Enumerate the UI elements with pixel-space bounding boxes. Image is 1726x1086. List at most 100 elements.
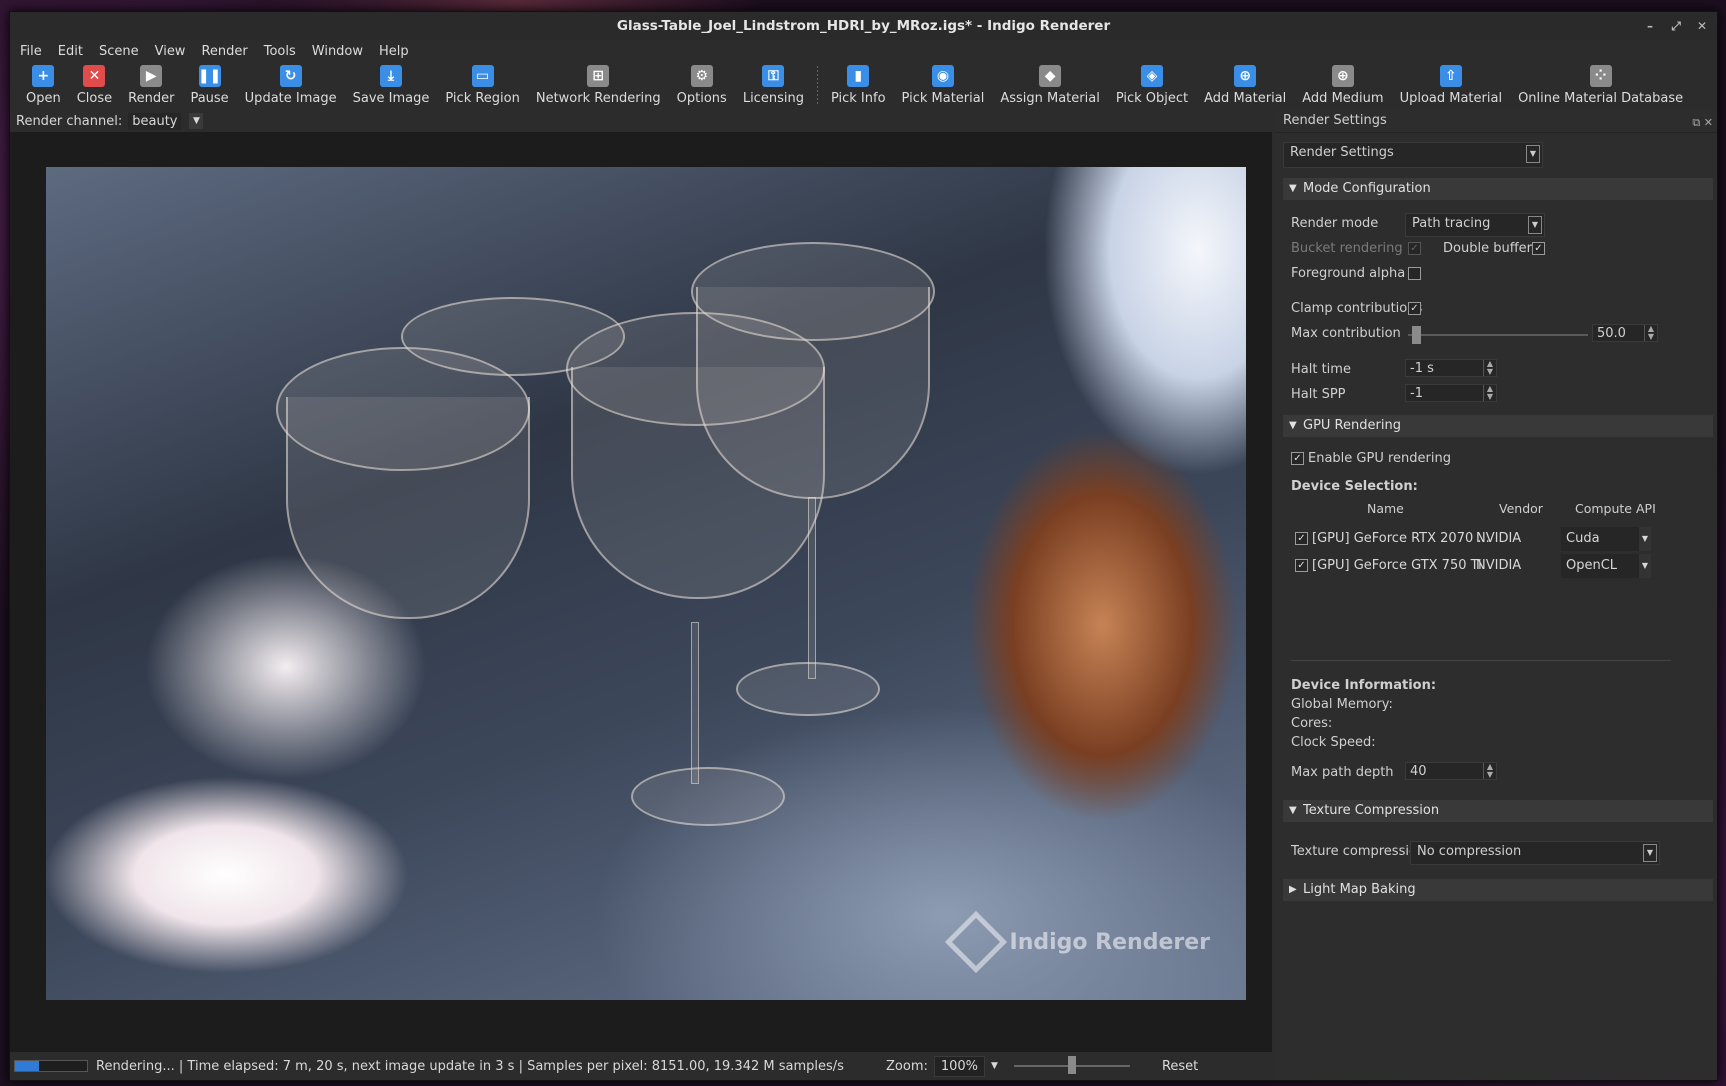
menu-bar: File Edit Scene View Render Tools Window…	[10, 40, 1717, 62]
settings-preset-select[interactable]: Render Settings ▼	[1283, 142, 1543, 168]
toolbar-pick-object-button[interactable]: ◈ Pick Object	[1108, 62, 1196, 106]
halt-time-label: Halt time	[1291, 362, 1351, 377]
toolbar-button-label: Open	[26, 91, 61, 106]
collapse-triangle-icon: ▼	[1289, 420, 1297, 431]
max-contribution-label: Max contribution	[1291, 326, 1401, 341]
section-texture-compression[interactable]: ▼ Texture Compression	[1283, 800, 1713, 822]
toolbar-button-label: Licensing	[742, 91, 804, 106]
toolbar-pause-button[interactable]: ❚❚ Pause	[182, 62, 236, 106]
table-row[interactable]: ✓ [GPU] GeForce GTX 750 Ti NVIDIA OpenCL…	[1289, 553, 1707, 579]
section-mode-configuration[interactable]: ▼ Mode Configuration	[1283, 178, 1713, 200]
toolbar-add-medium-button[interactable]: ⊕ Add Medium	[1294, 62, 1391, 106]
toolbar-online-material-database-button[interactable]: ⁘ Online Material Database	[1510, 62, 1691, 106]
cores-label: Cores:	[1291, 716, 1333, 731]
max-path-depth-value: 40	[1410, 764, 1427, 779]
section-title: GPU Rendering	[1303, 418, 1401, 433]
close-window-icon[interactable]: ✕	[1689, 12, 1715, 40]
minimize-icon[interactable]: –	[1637, 12, 1663, 40]
chevron-down-icon[interactable]: ▼	[1526, 145, 1540, 163]
render-mode-select[interactable]: Path tracing ▼	[1405, 213, 1545, 237]
toolbar-button-label: Add Medium	[1302, 91, 1384, 106]
spin-arrows-icon[interactable]: ▲ ▼	[1483, 385, 1496, 401]
settings-preset-value: Render Settings	[1290, 145, 1394, 160]
toolbar-add-material-button[interactable]: ⊕ Add Material	[1196, 62, 1294, 106]
chevron-down-icon[interactable]: ▼	[1528, 216, 1542, 234]
render-channel-bar: Render channel: beauty ▼	[10, 110, 1272, 132]
max-path-depth-spinbox[interactable]: 40 ▲ ▼	[1405, 762, 1497, 780]
max-contribution-spinbox[interactable]: 50.0 ▲ ▼	[1592, 324, 1658, 342]
zoom-slider[interactable]	[1013, 1056, 1130, 1074]
clamp-contributions-checkbox[interactable]: ✓	[1408, 302, 1421, 315]
table-row[interactable]: ✓ [GPU] GeForce RTX 2070 ... NVIDIA Cuda…	[1289, 526, 1707, 552]
halt-time-value: -1 s	[1410, 361, 1434, 376]
plus-icon: +	[32, 65, 55, 87]
toolbar-assign-material-button[interactable]: ◆ Assign Material	[992, 62, 1108, 106]
restore-icon[interactable]: ⤢	[1663, 12, 1689, 40]
menu-tools[interactable]: Tools	[264, 44, 296, 59]
device-checkbox[interactable]: ✓	[1295, 559, 1308, 572]
toolbar-close-button[interactable]: ✕ Close	[69, 62, 120, 106]
toolbar-options-button[interactable]: ⚙ Options	[669, 62, 735, 106]
halt-time-spinbox[interactable]: -1 s ▲ ▼	[1405, 359, 1497, 377]
section-light-map-baking[interactable]: ▶ Light Map Baking	[1283, 879, 1713, 901]
menu-file[interactable]: File	[20, 44, 42, 59]
compute-api-select[interactable]: OpenCL	[1561, 554, 1651, 578]
max-contribution-knob[interactable]	[1411, 326, 1421, 344]
toolbar-button-label: Upload Material	[1399, 91, 1503, 106]
panel-float-close-icons[interactable]: ⧉ ✕	[1692, 112, 1713, 134]
toolbar-update-image-button[interactable]: ↻ Update Image	[237, 62, 345, 106]
bar-chart-icon: ▮	[847, 65, 870, 87]
menu-help[interactable]: Help	[379, 44, 409, 59]
menu-render[interactable]: Render	[201, 44, 247, 59]
column-header-compute-api[interactable]: Compute API	[1575, 501, 1656, 516]
section-gpu-rendering[interactable]: ▼ GPU Rendering	[1283, 415, 1713, 437]
chevron-down-icon[interactable]: ▼	[1643, 844, 1657, 862]
toolbar-save-image-button[interactable]: ⤓ Save Image	[345, 62, 438, 106]
menu-scene[interactable]: Scene	[99, 44, 139, 59]
spin-arrows-icon[interactable]: ▲ ▼	[1483, 360, 1496, 376]
toolbar-pick-info-button[interactable]: ▮ Pick Info	[823, 62, 894, 106]
max-contribution-value: 50.0	[1597, 326, 1626, 341]
compute-api-select[interactable]: Cuda	[1561, 527, 1651, 551]
max-contribution-slider[interactable]	[1408, 326, 1588, 344]
panel-title: Render Settings	[1283, 113, 1387, 128]
bucket-rendering-checkbox: ✓	[1408, 242, 1421, 255]
toolbar-network-rendering-button[interactable]: ⊞ Network Rendering	[528, 62, 669, 106]
device-checkbox[interactable]: ✓	[1295, 532, 1308, 545]
zoom-select[interactable]: 100%	[933, 1055, 986, 1077]
reset-zoom-button[interactable]: Reset	[1150, 1057, 1210, 1076]
spin-arrows-icon[interactable]: ▲ ▼	[1644, 325, 1657, 341]
menu-window[interactable]: Window	[312, 44, 363, 59]
glass-bowl-right	[696, 287, 930, 499]
toolbar-button-label: Pause	[190, 91, 229, 106]
chevron-down-icon[interactable]: ▼	[189, 113, 204, 129]
pick-material-icon: ◉	[931, 65, 954, 87]
chevron-down-icon[interactable]: ▼	[1639, 554, 1651, 578]
clamp-contributions-label: Clamp contributions	[1291, 301, 1423, 316]
enable-gpu-checkbox[interactable]: ✓	[1291, 452, 1304, 465]
rendered-image[interactable]: Indigo Renderer	[46, 167, 1246, 1000]
toolbar-button-label: Save Image	[352, 91, 430, 106]
spin-arrows-icon[interactable]: ▲ ▼	[1483, 763, 1496, 779]
toolbar-pick-region-button[interactable]: ▭ Pick Region	[437, 62, 527, 106]
chevron-down-icon[interactable]: ▼	[991, 1061, 998, 1071]
menu-edit[interactable]: Edit	[58, 44, 83, 59]
toolbar-upload-material-button[interactable]: ⇧ Upload Material	[1392, 62, 1511, 106]
foreground-alpha-checkbox[interactable]	[1408, 267, 1421, 280]
toolbar-render-button[interactable]: ▶ Render	[120, 62, 182, 106]
texture-compression-select[interactable]: No compression ▼	[1410, 841, 1660, 865]
column-header-vendor[interactable]: Vendor	[1499, 501, 1543, 516]
menu-view[interactable]: View	[155, 44, 186, 59]
double-buffer-checkbox[interactable]: ✓	[1532, 242, 1545, 255]
render-channel-select[interactable]: beauty	[128, 112, 182, 130]
chevron-down-icon[interactable]: ▼	[1639, 527, 1651, 551]
watermark-text: Indigo Renderer	[1009, 929, 1210, 955]
halt-spp-spinbox[interactable]: -1 ▲ ▼	[1405, 384, 1497, 402]
zoom-slider-knob[interactable]	[1067, 1056, 1076, 1074]
render-viewport[interactable]: Indigo Renderer	[10, 132, 1272, 1052]
glass-base-right	[736, 662, 880, 716]
toolbar-open-button[interactable]: + Open	[18, 62, 69, 106]
toolbar-pick-material-button[interactable]: ◉ Pick Material	[894, 62, 993, 106]
toolbar-licensing-button[interactable]: ⚿ Licensing	[735, 62, 812, 106]
column-header-name[interactable]: Name	[1367, 501, 1404, 516]
